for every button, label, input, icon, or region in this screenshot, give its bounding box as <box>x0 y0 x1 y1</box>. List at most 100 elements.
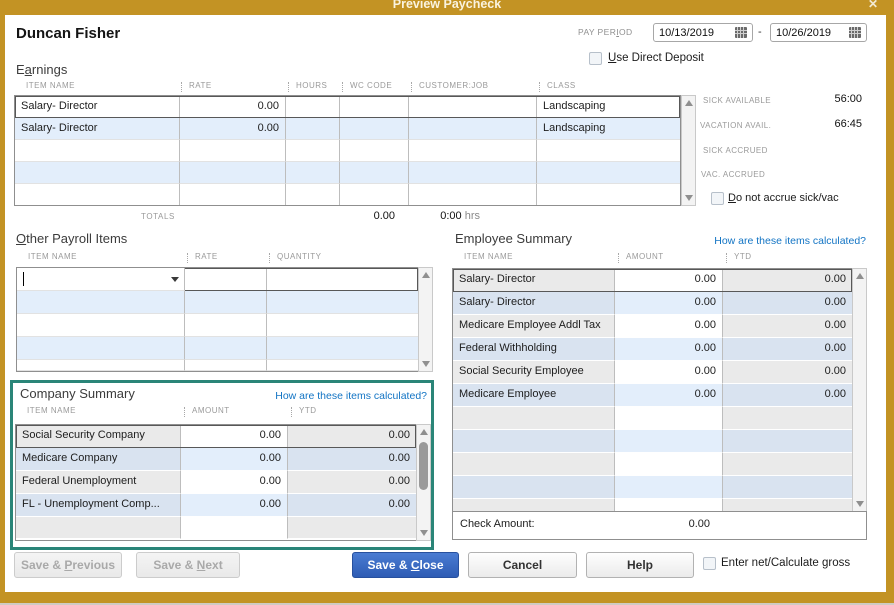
item-name-combobox[interactable] <box>17 268 185 291</box>
calendar-icon[interactable] <box>849 27 861 38</box>
other-payroll-row-empty <box>17 314 418 337</box>
employee-summary-help-link[interactable]: How are these items calculated? <box>600 235 866 247</box>
totals-label: TOTALS <box>141 212 175 221</box>
cell-amount[interactable]: 0.00 <box>615 361 723 384</box>
save-next-button[interactable]: Save & Next <box>136 552 240 578</box>
cell-class[interactable]: Landscaping <box>537 118 680 140</box>
cell-amount[interactable]: 0.00 <box>181 448 288 471</box>
enter-net-label: Enter net/Calculate gross <box>721 557 851 569</box>
earnings-column-headers: ITEM NAME RATE HOURS WC CODE CUSTOMER:JO… <box>16 81 680 94</box>
column-header: QUANTITY <box>267 252 418 265</box>
earnings-title: Earnings <box>16 62 68 77</box>
close-icon[interactable]: ✕ <box>868 0 878 11</box>
cell-customer-job[interactable] <box>409 96 537 118</box>
enter-net-checkbox[interactable] <box>703 557 716 570</box>
cell-wc-code[interactable] <box>340 96 409 118</box>
earnings-scrollbar[interactable] <box>681 95 696 206</box>
company-summary-table: Social Security Company 0.00 0.00 Medica… <box>15 424 417 541</box>
company-summary-row: Medicare Company 0.00 0.00 <box>16 448 416 471</box>
cell-hours[interactable] <box>286 118 340 140</box>
scroll-up-icon[interactable] <box>420 429 428 435</box>
cell-amount[interactable]: 0.00 <box>615 338 723 361</box>
window-border-right <box>886 15 894 603</box>
employee-summary-scrollbar[interactable] <box>852 268 867 512</box>
cancel-button[interactable]: Cancel <box>468 552 577 578</box>
company-summary-column-headers: ITEM NAME AMOUNT YTD <box>17 406 416 419</box>
employee-summary-row: Social Security Employee 0.00 0.00 <box>453 361 852 384</box>
help-button[interactable]: Help <box>586 552 694 578</box>
cell-ytd: 0.00 <box>723 292 852 315</box>
column-header: RATE <box>185 252 267 265</box>
cell-item-name[interactable]: Salary- Director <box>15 118 180 140</box>
scroll-up-icon[interactable] <box>856 273 864 279</box>
vacation-avail-label: VACATION AVAIL. <box>700 121 772 130</box>
cell-item-name: Medicare Company <box>16 448 181 471</box>
cell-rate[interactable]: 0.00 <box>180 96 286 118</box>
employee-summary-row: Medicare Employee 0.00 0.00 <box>453 384 852 407</box>
scrollbar-thumb[interactable] <box>419 442 428 490</box>
employee-summary-column-headers: ITEM NAME AMOUNT YTD <box>454 252 852 265</box>
cell-wc-code[interactable] <box>340 118 409 140</box>
company-summary-scrollbar[interactable] <box>416 424 431 541</box>
other-payroll-scrollbar[interactable] <box>418 267 433 372</box>
earnings-row: Salary- Director 0.00 Landscaping <box>15 118 680 140</box>
cell-amount[interactable]: 0.00 <box>615 292 723 315</box>
cell-item-name[interactable]: Salary- Director <box>15 96 180 118</box>
earnings-row-empty <box>15 140 680 162</box>
save-previous-button[interactable]: Save & Previous <box>14 552 122 578</box>
cell-quantity[interactable] <box>267 268 418 291</box>
calendar-icon[interactable] <box>735 27 747 38</box>
cell-amount[interactable]: 0.00 <box>181 494 288 517</box>
scroll-down-icon[interactable] <box>420 530 428 536</box>
employee-summary-row-empty <box>453 453 852 476</box>
do-not-accrue-label: Do not accrue sick/vac <box>728 192 839 204</box>
cell-rate[interactable]: 0.00 <box>180 118 286 140</box>
other-payroll-table <box>16 267 419 372</box>
window-border-bottom <box>0 592 894 603</box>
do-not-accrue-checkbox[interactable] <box>711 192 724 205</box>
chevron-down-icon[interactable] <box>171 277 179 282</box>
column-header: CLASS <box>537 81 680 94</box>
cell-amount[interactable]: 0.00 <box>615 315 723 338</box>
cell-amount[interactable]: 0.00 <box>181 471 288 494</box>
cell-item-name: Social Security Employee <box>453 361 615 384</box>
date-range-separator: - <box>758 26 762 38</box>
column-header: YTD <box>289 406 416 419</box>
cell-rate[interactable] <box>185 268 267 291</box>
scroll-down-icon[interactable] <box>856 501 864 507</box>
company-summary-help-link[interactable]: How are these items calculated? <box>230 390 427 402</box>
scroll-up-icon[interactable] <box>422 272 430 278</box>
column-header: AMOUNT <box>182 406 289 419</box>
title-bar: Preview Paycheck ✕ <box>0 0 894 15</box>
cell-hours[interactable] <box>286 96 340 118</box>
pay-period-start-value[interactable]: 10/13/2019 <box>659 27 735 39</box>
pay-period-end-field[interactable]: 10/26/2019 <box>770 23 867 42</box>
preview-paycheck-dialog: Preview Paycheck ✕ Duncan Fisher PAY PER… <box>0 0 894 605</box>
cell-class[interactable]: Landscaping <box>537 96 680 118</box>
column-header: RATE <box>179 81 286 94</box>
cell-ytd: 0.00 <box>288 471 416 494</box>
company-summary-row: Social Security Company 0.00 0.00 <box>16 425 416 448</box>
column-header: ITEM NAME <box>27 406 76 415</box>
other-payroll-column-headers: ITEM NAME RATE QUANTITY <box>18 252 418 265</box>
pay-period-label: PAY PERIOD <box>578 27 633 37</box>
cell-amount[interactable]: 0.00 <box>615 269 723 292</box>
scroll-up-icon[interactable] <box>685 100 693 106</box>
cell-ytd: 0.00 <box>723 384 852 407</box>
pay-period-end-value[interactable]: 10/26/2019 <box>776 27 849 39</box>
scroll-down-icon[interactable] <box>422 361 430 367</box>
sick-available-label: SICK AVAILABLE <box>703 96 772 105</box>
employee-summary-row: Medicare Employee Addl Tax 0.00 0.00 <box>453 315 852 338</box>
cell-item-name: Salary- Director <box>453 269 615 292</box>
other-payroll-row <box>17 268 418 291</box>
use-direct-deposit-checkbox[interactable] <box>589 52 602 65</box>
cell-item-name: FL - Unemployment Comp... <box>16 494 181 517</box>
scroll-down-icon[interactable] <box>685 195 693 201</box>
cell-amount[interactable]: 0.00 <box>615 384 723 407</box>
save-close-button[interactable]: Save & Close <box>352 552 459 578</box>
column-header: ITEM NAME <box>26 81 75 90</box>
cell-customer-job[interactable] <box>409 118 537 140</box>
pay-period-start-field[interactable]: 10/13/2019 <box>653 23 753 42</box>
cell-amount[interactable]: 0.00 <box>181 425 288 448</box>
column-header: CUSTOMER:JOB <box>409 81 537 94</box>
